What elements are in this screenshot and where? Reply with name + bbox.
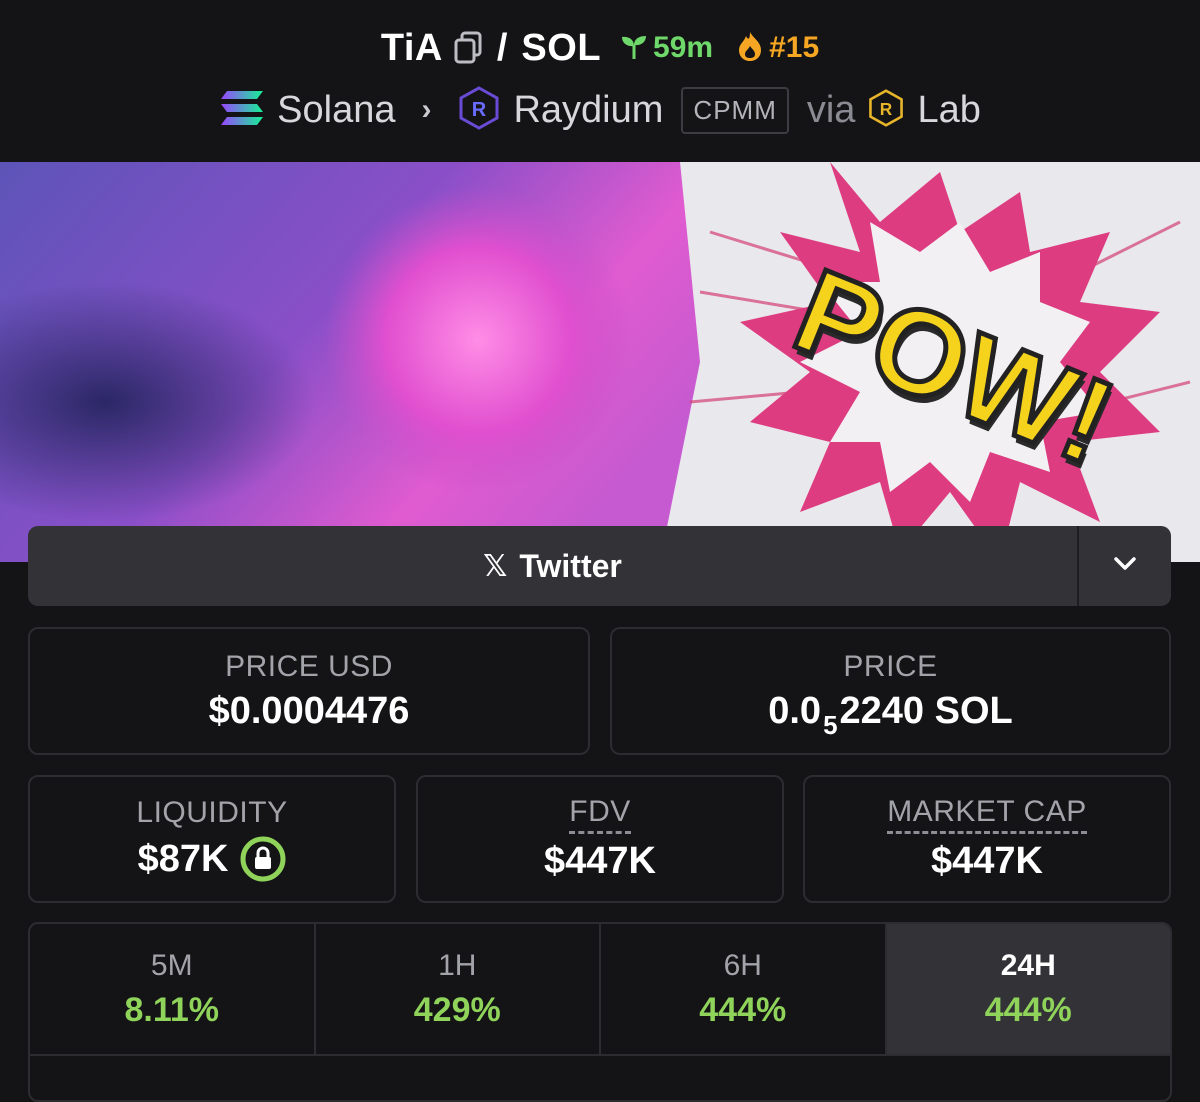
price-native-zero-count: 5 [823,709,838,740]
price-usd-label: PRICE USD [225,649,393,683]
tab-24h[interactable]: 24H 444% [886,924,1170,1054]
flame-icon [735,30,765,67]
price-native-label: PRICE [843,649,938,683]
timeframe-label: 6H [723,948,762,982]
price-change-value: 444% [984,990,1072,1029]
seedling-icon [619,31,649,66]
more-links-button[interactable] [1077,526,1171,606]
price-native-card: PRICE 0.0 5 2240 SOL [610,627,1171,755]
price-change-value: 8.11% [124,990,220,1029]
pair-separator: / [496,26,508,69]
liquidity-value-row: $87K [138,836,287,882]
pair-age-badge: 59m [619,31,713,66]
market-cap-card: MARKET CAP $447K [803,775,1171,903]
pair-header: TiA / SOL 59m #15 Solana › R Raydium CPM… [0,0,1200,162]
solana-logo-icon [219,89,265,132]
copy-icon[interactable] [453,31,483,65]
chevron-down-icon [1112,555,1138,578]
liquidity-label: LIQUIDITY [136,796,288,829]
twitter-button[interactable]: 𝕏 Twitter [28,526,1077,606]
breadcrumb: Solana › R Raydium CPMM via R Lab [0,84,1200,136]
price-usd-card: PRICE USD $0.0004476 [28,627,590,755]
timeframe-tab-row: 5M 8.11% 1H 429% 6H 444% 24H 444% [30,924,1170,1056]
raydium-logo-icon: R [457,85,501,135]
social-links-bar: 𝕏 Twitter [28,526,1171,606]
price-native-value: 0.0 5 2240 SOL [768,689,1013,740]
pool-type-badge: CPMM [681,86,789,134]
launchpad-link[interactable]: Lab [917,89,980,132]
timeframe-label: 24H [1000,948,1056,982]
x-logo-icon: 𝕏 [483,549,508,583]
chevron-right-icon: › [421,93,432,126]
svg-text:R: R [880,98,893,118]
tab-5m[interactable]: 5M 8.11% [30,924,316,1054]
pair-title-row: TiA / SOL 59m #15 [0,22,1200,74]
market-cap-label[interactable]: MARKET CAP [887,795,1087,834]
fdv-label[interactable]: FDV [569,795,631,834]
chain-link[interactable]: Solana [277,89,395,132]
liquidity-card: LIQUIDITY $87K [28,775,396,903]
liquidity-value: $87K [137,837,229,880]
timeframe-label: 1H [438,948,477,982]
twitter-label: Twitter [519,547,622,584]
tab-6h[interactable]: 6H 444% [601,924,887,1054]
svg-text:R: R [472,99,487,121]
fdv-value: $447K [544,840,656,882]
tab-1h[interactable]: 1H 429% [316,924,601,1054]
fdv-card: FDV $447K [416,775,784,903]
quote-token-symbol: SOL [521,26,602,69]
token-banner-image: POW! POW! [0,162,1200,562]
market-cap-value: $447K [931,840,1043,882]
via-label: via [806,88,856,131]
price-change-value: 429% [413,990,501,1029]
timeframe-label: 5M [150,948,193,982]
price-change-value: 444% [699,990,787,1029]
price-native-suffix: 2240 SOL [839,689,1013,732]
price-native-prefix: 0.0 [768,689,822,732]
lock-icon[interactable] [240,836,286,882]
base-token-symbol: TiA [380,26,443,69]
raydium-lab-logo-icon: R [867,88,905,132]
pair-age: 59m [653,31,714,64]
trending-rank: #15 [769,31,820,64]
price-usd-value: $0.0004476 [208,689,410,732]
price-change-timeframes: 5M 8.11% 1H 429% 6H 444% 24H 444% [28,922,1172,1102]
dex-link[interactable]: Raydium [513,89,663,132]
trending-rank-badge[interactable]: #15 [735,30,819,67]
